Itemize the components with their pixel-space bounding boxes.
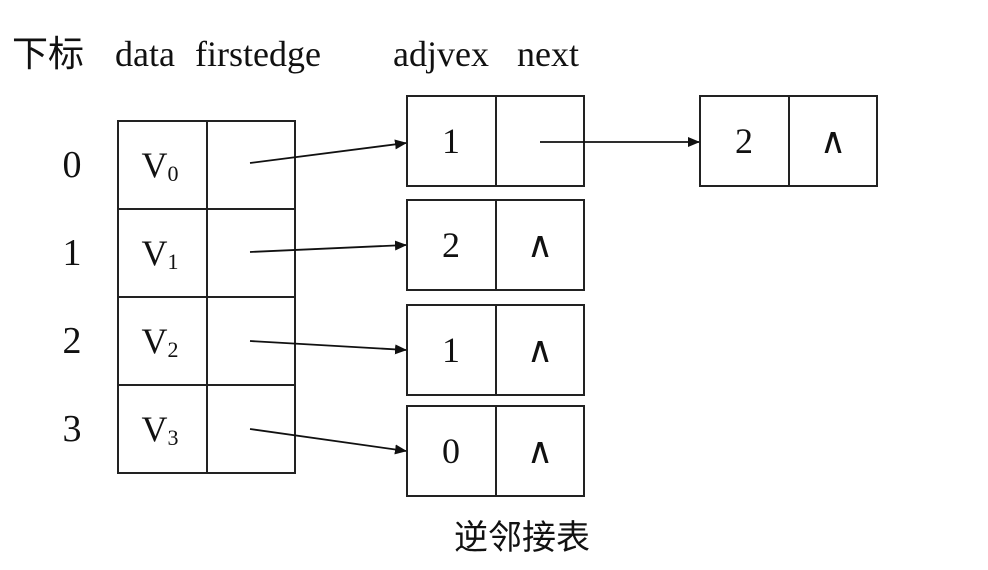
firstedge-arrow-1 (249, 240, 407, 253)
edge-node-1-adjvex: 2 (442, 225, 460, 265)
edge-node-extra-adjvex: 2 (735, 121, 753, 161)
header-adjvex: adjvex (393, 34, 489, 74)
edge-node-extra: 2 ∧ (699, 95, 878, 187)
edge-node-2-next: ∧ (527, 330, 553, 370)
header-firstedge: firstedge (195, 34, 321, 74)
vertex-data-1: V1 (142, 233, 179, 274)
edge-node-1-next: ∧ (527, 225, 553, 265)
vertex-index-2: 2 (63, 320, 82, 362)
vertex-index-1: 1 (63, 232, 82, 274)
vertex-data-3: V3 (142, 409, 179, 450)
edge-node-0: 1 (406, 95, 585, 187)
firstedge-arrow-3 (249, 428, 407, 455)
vertex-index-3: 3 (63, 408, 82, 450)
edge-node-3-next: ∧ (527, 431, 553, 471)
vertex-index-0: 0 (63, 144, 82, 186)
diagram-caption: 逆邻接表 (454, 518, 590, 558)
edge-node-1: 2 ∧ (406, 199, 585, 291)
firstedge-arrow-0 (249, 139, 407, 164)
edge-node-0-adjvex: 1 (442, 121, 460, 161)
header-next: next (517, 34, 579, 74)
edge-node-3-adjvex: 0 (442, 431, 460, 471)
firstedge-arrow-2 (249, 340, 407, 355)
edge-node-2-adjvex: 1 (442, 330, 460, 370)
vertex-data-2: V2 (142, 321, 179, 362)
edge-node-2: 1 ∧ (406, 304, 585, 396)
header-data: data (115, 34, 175, 74)
edge-node-extra-next: ∧ (820, 121, 846, 161)
edge-node-3: 0 ∧ (406, 405, 585, 497)
vertex-data-0: V0 (142, 145, 179, 186)
header-subscript: 下标 (12, 34, 84, 74)
inverse-adjacency-list-diagram: 下标 data firstedge adjvex next 0 V0 1 V1 … (12, 34, 878, 558)
